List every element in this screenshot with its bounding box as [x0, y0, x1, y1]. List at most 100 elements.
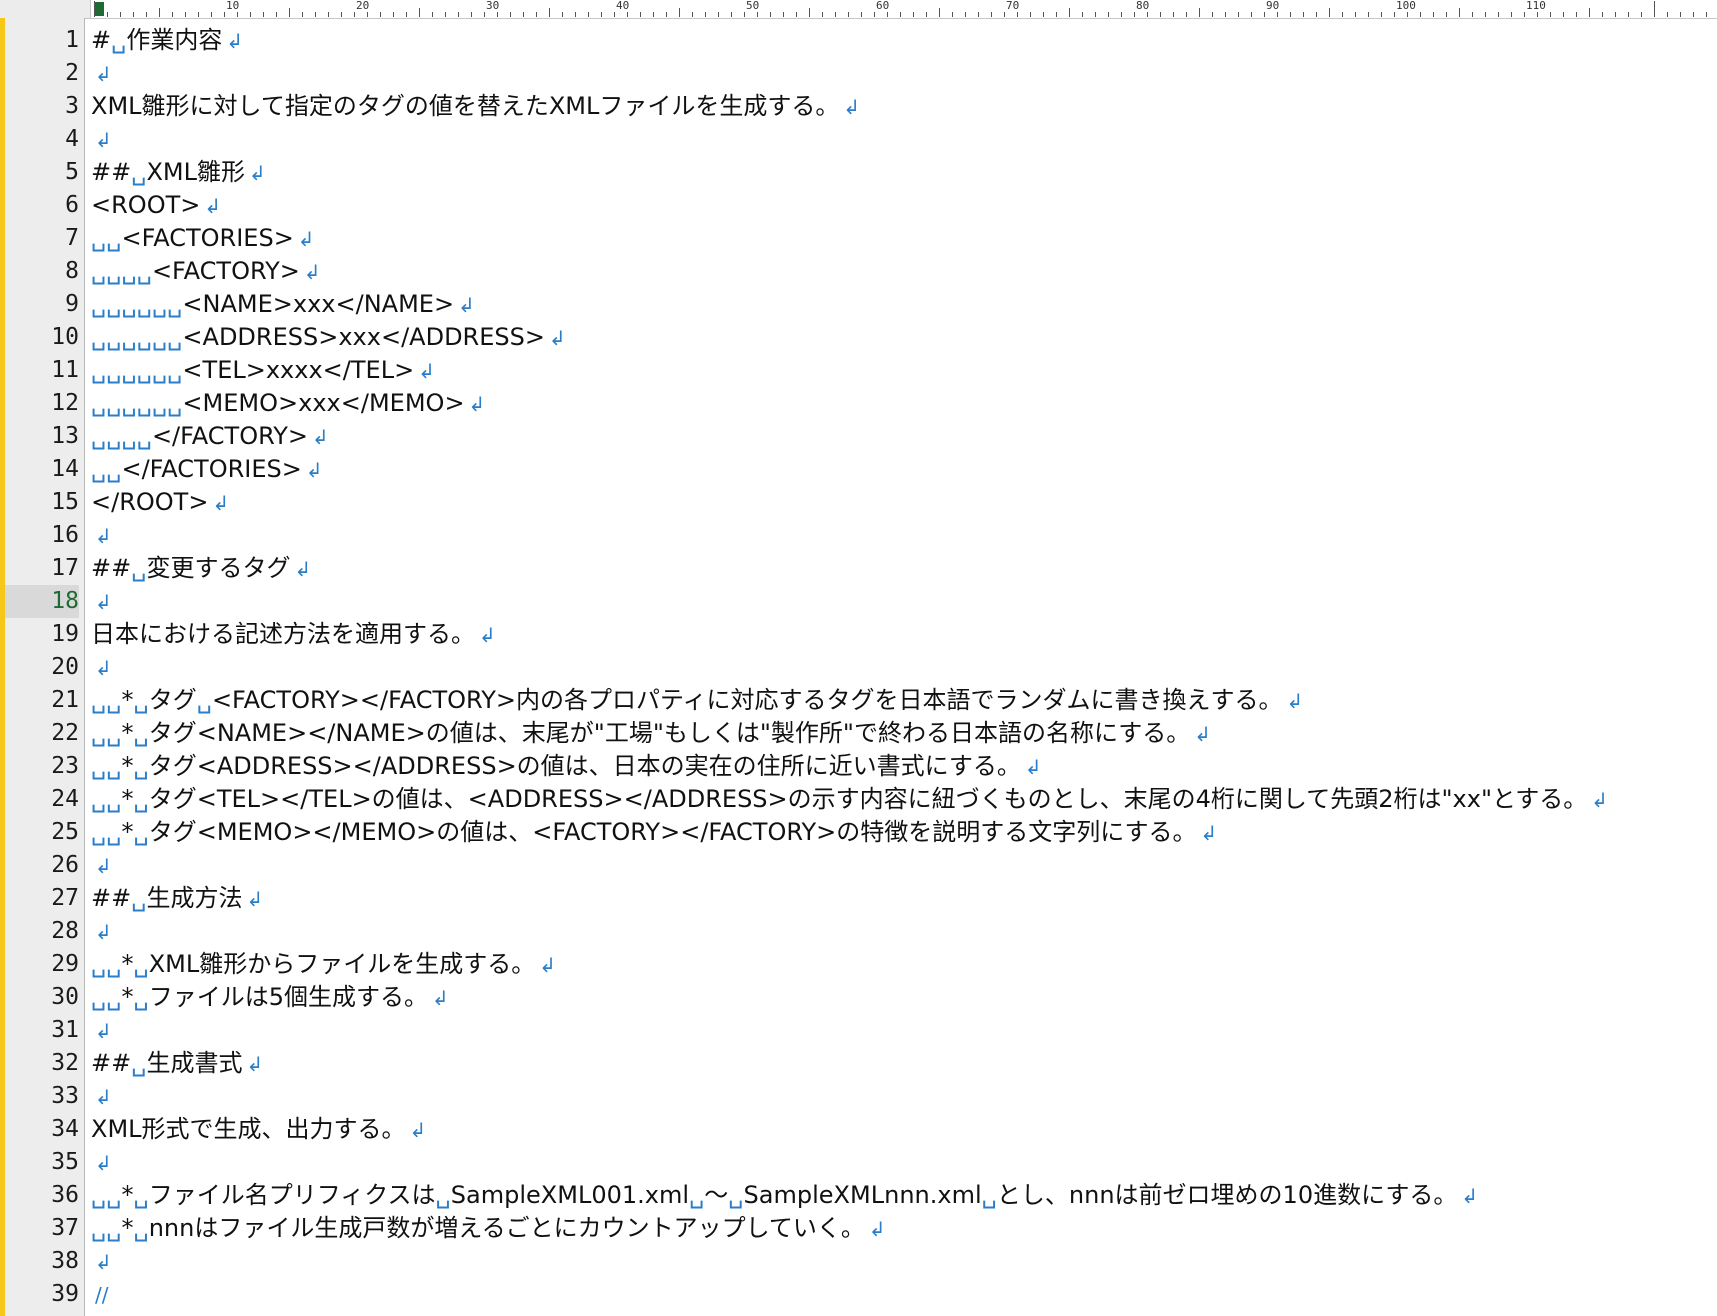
whitespace-mark: ␣ — [133, 1214, 149, 1242]
editor-line[interactable]: 15 </ROOT> ↲ — [0, 486, 1717, 519]
editor-line[interactable]: 33 ↲ — [0, 1080, 1717, 1113]
whitespace-mark: ␣ — [121, 257, 137, 285]
ruler-tick — [159, 8, 160, 17]
editor-line[interactable]: 31 ↲ — [0, 1014, 1717, 1047]
editor-line[interactable]: 39 // — [0, 1278, 1717, 1311]
editor-line[interactable]: 20 ↲ — [0, 651, 1717, 684]
editor-line[interactable]: 32 ##␣生成書式 ↲ — [0, 1047, 1717, 1080]
line-text: ␣␣*␣タグ<ADDRESS></ADDRESS>の値は、日本の実在の住所に近い… — [91, 752, 1042, 780]
editor-line[interactable]: 22 ␣␣*␣タグ<NAME></NAME>の値は、末尾が"工場"もしくは"製作所… — [0, 717, 1717, 750]
line-break-mark: ↲ — [226, 29, 244, 53]
ruler-tick — [198, 12, 199, 17]
editor-line[interactable]: 30 ␣␣*␣ファイルは5個生成する。 ↲ — [0, 981, 1717, 1014]
line-text: ##␣生成書式 ↲ — [91, 1049, 264, 1077]
line-number: 3 — [65, 93, 79, 119]
editor-line[interactable]: 34 XML形式で生成、出力する。 ↲ — [0, 1113, 1717, 1146]
editor-line[interactable]: 36 ␣␣*␣ファイル名プリフィクスは␣SampleXML001.xml␣～␣Sa… — [0, 1179, 1717, 1212]
line-break-mark: ↲ — [409, 1118, 427, 1142]
ruler-tick — [172, 12, 173, 17]
editor-line[interactable]: 16 ↲ — [0, 519, 1717, 552]
ruler-tick — [1160, 12, 1161, 17]
editor-line[interactable]: 11 ␣␣␣␣␣␣<TEL>xxxx</TEL> ↲ — [0, 354, 1717, 387]
line-number: 9 — [65, 291, 79, 317]
ruler-tick — [796, 12, 797, 17]
line-number: 21 — [51, 687, 79, 713]
whitespace-mark: ␣ — [133, 719, 149, 747]
line-text: ␣␣*␣タグ<TEL></TEL>の値は、<ADDRESS></ADDRESS>… — [91, 785, 1609, 813]
editor-line[interactable]: 27 ##␣生成方法 ↲ — [0, 882, 1717, 915]
ruler-tick — [770, 12, 771, 17]
editor-line[interactable]: 23 ␣␣*␣タグ<ADDRESS></ADDRESS>の値は、日本の実在の住所に… — [0, 750, 1717, 783]
whitespace-mark: ␣ — [91, 323, 107, 351]
editor-line[interactable]: 10 ␣␣␣␣␣␣<ADDRESS>xxx</ADDRESS> ↲ — [0, 321, 1717, 354]
line-text: ␣␣</FACTORIES> ↲ — [91, 455, 323, 483]
editor-line[interactable]: 3 XML雛形に対して指定のタグの値を替えたXMLファイルを生成する。 ↲ — [0, 90, 1717, 123]
editor-line[interactable]: 1 #␣作業内容 ↲ — [0, 24, 1717, 57]
line-break-mark: ↲ — [95, 1151, 112, 1175]
ruler-tick — [1563, 12, 1564, 17]
ruler-tick — [1589, 8, 1590, 17]
line-break-mark: ↲ — [95, 62, 112, 86]
editor-line[interactable]: 21 ␣␣*␣タグ␣<FACTORY></FACTORY>内の各プロパティに対応す… — [0, 684, 1717, 717]
whitespace-mark: ␣ — [435, 1181, 451, 1209]
whitespace-mark: ␣ — [133, 950, 149, 978]
editor-line[interactable]: 28 ↲ — [0, 915, 1717, 948]
editor-line[interactable]: 6 <ROOT> ↲ — [0, 189, 1717, 222]
whitespace-mark: ␣ — [136, 356, 152, 384]
line-break-mark: ↲ — [95, 854, 112, 878]
editor-line[interactable]: 18 ↲ — [0, 585, 1717, 618]
whitespace-mark: ␣ — [91, 983, 107, 1011]
ruler-tick — [1251, 12, 1252, 17]
ruler-tick — [575, 12, 576, 17]
editor-line[interactable]: 7 ␣␣<FACTORIES> ↲ — [0, 222, 1717, 255]
editor-line[interactable]: 25 ␣␣*␣タグ<MEMO></MEMO>の値は、<FACTORY></FACT… — [0, 816, 1717, 849]
editor-line[interactable]: 4 ↲ — [0, 123, 1717, 156]
ruler-tick — [783, 12, 784, 17]
ruler-tick — [1082, 12, 1083, 17]
editor-line[interactable]: 17 ##␣変更するタグ ↲ — [0, 552, 1717, 585]
ruler-tick — [94, 1, 95, 17]
editor-line[interactable]: 26 ↲ — [0, 849, 1717, 882]
editor-line[interactable]: 14 ␣␣</FACTORIES> ↲ — [0, 453, 1717, 486]
line-number: 38 — [51, 1248, 79, 1274]
editor-line[interactable]: 24 ␣␣*␣タグ<TEL></TEL>の値は、<ADDRESS></ADDRES… — [0, 783, 1717, 816]
editor-line[interactable]: 19 日本における記述方法を適用する。 ↲ — [0, 618, 1717, 651]
line-break-mark: ↲ — [312, 425, 329, 449]
editor-line[interactable]: 9 ␣␣␣␣␣␣<NAME>xxx</NAME> ↲ — [0, 288, 1717, 321]
whitespace-mark: ␣ — [151, 323, 168, 351]
ruler-tick — [1199, 8, 1200, 17]
ruler-tick — [1043, 12, 1044, 17]
ruler-label: 60 — [874, 0, 890, 12]
whitespace-mark: ␣ — [133, 1181, 149, 1209]
line-break-mark: ↲ — [1200, 821, 1218, 845]
editor-line[interactable]: 38 ↲ — [0, 1245, 1717, 1278]
line-text: ␣␣*␣nnnはファイル生成戸数が増えるごとにカウントアップしていく。 ↲ — [91, 1214, 886, 1242]
editor-line[interactable]: 37 ␣␣*␣nnnはファイル生成戸数が増えるごとにカウントアップしていく。 ↲ — [0, 1212, 1717, 1245]
line-text: ␣␣*␣XML雛形からファイルを生成する。 ↲ — [91, 950, 557, 978]
editor-line[interactable]: 12 ␣␣␣␣␣␣<MEMO>xxx</MEMO> ↲ — [0, 387, 1717, 420]
whitespace-mark: ␣ — [131, 158, 147, 186]
whitespace-mark: ␣ — [106, 818, 122, 846]
ruler-tick — [705, 12, 706, 17]
whitespace-mark: ␣ — [106, 785, 122, 813]
line-break-mark: ↲ — [95, 656, 112, 680]
editor-line[interactable]: 5 ##␣XML雛形 ↲ — [0, 156, 1717, 189]
editor-line[interactable]: 2 ↲ — [0, 57, 1717, 90]
whitespace-mark: ␣ — [728, 1181, 744, 1209]
line-break-mark: ↲ — [95, 1250, 112, 1274]
line-break-mark: ↲ — [843, 95, 861, 119]
editor-line[interactable]: 13 ␣␣␣␣</FACTORY> ↲ — [0, 420, 1717, 453]
editor-line[interactable]: 8 ␣␣␣␣<FACTORY> ↲ — [0, 255, 1717, 288]
whitespace-mark: ␣ — [91, 389, 107, 417]
line-break-mark: ↲ — [95, 920, 112, 944]
line-break-mark: ↲ — [1461, 1184, 1479, 1208]
whitespace-mark: ␣ — [133, 752, 149, 780]
text-editor[interactable]: 1 #␣作業内容 ↲ 2 ↲ 3 XML雛形に対して指定のタグの値を替えたXMLファイルを生… — [0, 24, 1717, 1311]
editor-line[interactable]: 35 ↲ — [0, 1146, 1717, 1179]
whitespace-mark: ␣ — [136, 257, 152, 285]
whitespace-mark: ␣ — [91, 422, 107, 450]
line-break-mark: ↲ — [418, 359, 435, 383]
whitespace-mark: ␣ — [167, 356, 183, 384]
ruler-tick — [1602, 12, 1603, 17]
editor-line[interactable]: 29 ␣␣*␣XML雛形からファイルを生成する。 ↲ — [0, 948, 1717, 981]
